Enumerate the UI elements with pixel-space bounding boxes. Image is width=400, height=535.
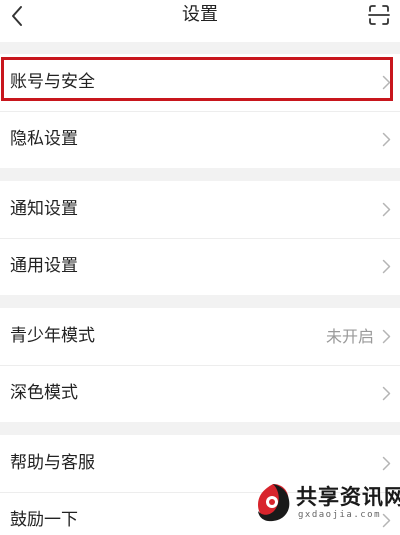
row-privacy-settings[interactable]: 隐私设置	[0, 111, 400, 168]
chevron-right-icon	[382, 386, 391, 401]
settings-group-general: 通知设置 通用设置	[0, 181, 400, 295]
row-label: 通知设置	[10, 199, 78, 219]
top-nav-bar: 设置	[0, 0, 400, 42]
settings-group-modes: 青少年模式 未开启 深色模式	[0, 308, 400, 422]
settings-group-account: 账号与安全 隐私设置	[0, 54, 400, 168]
scan-icon	[368, 5, 390, 25]
watermark-url: gxdaojia.com	[298, 510, 382, 520]
watermark-title: 共享资讯网	[296, 484, 400, 509]
chevron-right-icon	[382, 75, 391, 90]
row-notification-settings[interactable]: 通知设置	[0, 181, 400, 238]
row-label: 青少年模式	[10, 326, 95, 346]
chevron-right-icon	[382, 132, 391, 147]
watermark-logo-icon	[258, 484, 290, 522]
chevron-right-icon	[382, 202, 391, 217]
chevron-right-icon	[382, 456, 391, 471]
row-label: 深色模式	[10, 383, 78, 403]
page-title: 设置	[182, 4, 218, 25]
row-status-value: 未开启	[325, 327, 374, 346]
row-label: 账号与安全	[10, 72, 95, 92]
row-label: 隐私设置	[10, 129, 78, 149]
scan-button[interactable]	[368, 4, 390, 26]
row-dark-mode[interactable]: 深色模式	[0, 365, 400, 422]
row-label: 通用设置	[10, 256, 78, 276]
row-label: 帮助与客服	[10, 453, 95, 473]
row-label: 鼓励一下	[10, 510, 78, 530]
row-account-security[interactable]: 账号与安全	[0, 54, 400, 111]
chevron-right-icon	[382, 329, 391, 344]
row-general-settings[interactable]: 通用设置	[0, 238, 400, 295]
chevron-right-icon	[382, 259, 391, 274]
site-watermark: 共享资讯网 gxdaojia.com	[248, 477, 400, 535]
row-teen-mode[interactable]: 青少年模式 未开启	[0, 308, 400, 365]
settings-screen: 设置 账号与安全 隐私设置 通知设置 通用设置 青少年模式 未开启 深色模式 帮…	[0, 0, 400, 535]
